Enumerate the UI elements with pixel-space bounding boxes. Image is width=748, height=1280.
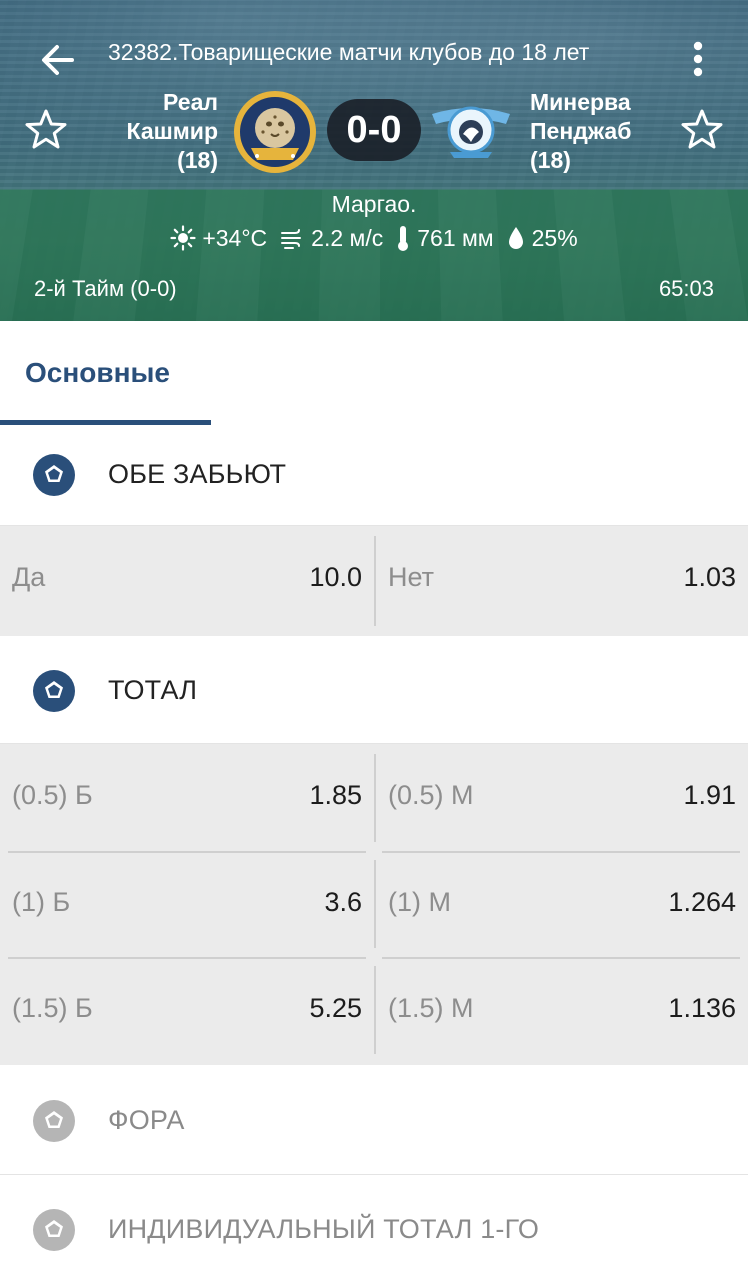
wind-icon [281, 229, 302, 249]
market-title: ОБЕ ЗАБЬЮТ [108, 459, 287, 489]
soccer-ball-icon [33, 1100, 75, 1142]
more-menu-button[interactable] [684, 40, 712, 80]
odd-total-over-1.5[interactable]: (1.5) Б 5.25 [0, 959, 374, 1065]
odd-yes[interactable]: Да 10.0 [0, 528, 374, 634]
temperature-value: +34°C [202, 224, 268, 251]
soccer-ball-icon [33, 1209, 75, 1251]
star-outline-icon [681, 109, 723, 149]
pressure-value: 761 мм [417, 224, 494, 251]
humidity-value: 25% [531, 224, 578, 251]
sun-icon [170, 225, 196, 251]
tab-main[interactable]: Основные [0, 321, 211, 425]
away-team-name: Минерва Пенджаб (18) [530, 89, 632, 173]
match-period: 2-й Тайм (0-0) [34, 276, 177, 301]
more-vertical-icon [693, 41, 703, 77]
market-total-odds: (0.5) Б 1.85 (0.5) М 1.91 (1) Б 3.6 (1) … [0, 744, 748, 1065]
market-both-score-odds: Да 10.0 Нет 1.03 [0, 526, 748, 636]
soccer-ball-icon [33, 670, 75, 712]
favorite-away-button[interactable] [680, 108, 724, 152]
arrow-left-icon [42, 45, 74, 75]
score-display: 0-0 [327, 99, 421, 161]
wind-value: 2.2 м/с [311, 224, 384, 251]
market-total-header[interactable]: ТОТАЛ [0, 641, 748, 741]
match-header: 32382.Товарищеские матчи клубов до 18 ле… [0, 0, 748, 321]
home-team-logo [233, 90, 317, 174]
soccer-ball-icon [33, 454, 75, 496]
water-drop-icon [508, 227, 523, 249]
market-individual-total-header[interactable]: ИНДИВИДУАЛЬНЫЙ ТОТАЛ 1-ГО [0, 1180, 748, 1280]
match-timer: 65:03 [658, 276, 714, 301]
thermometer-icon [398, 226, 409, 251]
star-outline-icon [25, 109, 67, 149]
home-team-name: Реал Кашмир (18) [126, 89, 218, 173]
odd-no[interactable]: Нет 1.03 [376, 528, 748, 634]
back-button[interactable] [36, 38, 80, 82]
market-title: ФОРА [108, 1105, 185, 1135]
odd-total-under-1.5[interactable]: (1.5) М 1.136 [376, 959, 748, 1065]
tab-bar: Основные [0, 321, 748, 425]
venue-label: Маргао. [331, 191, 417, 217]
odd-total-over-1[interactable]: (1) Б 3.6 [0, 853, 374, 959]
away-team-logo [430, 96, 512, 160]
market-both-score-header[interactable]: ОБЕ ЗАБЬЮТ [0, 425, 748, 525]
weather-row: +34°C 2.2 м/с 761 мм 25% [0, 224, 748, 252]
favorite-home-button[interactable] [24, 108, 68, 152]
odd-total-under-0.5[interactable]: (0.5) М 1.91 [376, 746, 748, 852]
odd-total-under-1[interactable]: (1) М 1.264 [376, 853, 748, 959]
market-title: ТОТАЛ [108, 675, 198, 705]
market-handicap-header[interactable]: ФОРА [0, 1071, 748, 1171]
market-title: ИНДИВИДУАЛЬНЫЙ ТОТАЛ 1-ГО [108, 1214, 540, 1244]
tab-label: Основные [25, 357, 170, 388]
odd-total-over-0.5[interactable]: (0.5) Б 1.85 [0, 746, 374, 852]
tournament-title: 32382.Товарищеские матчи клубов до 18 ле… [108, 39, 590, 65]
